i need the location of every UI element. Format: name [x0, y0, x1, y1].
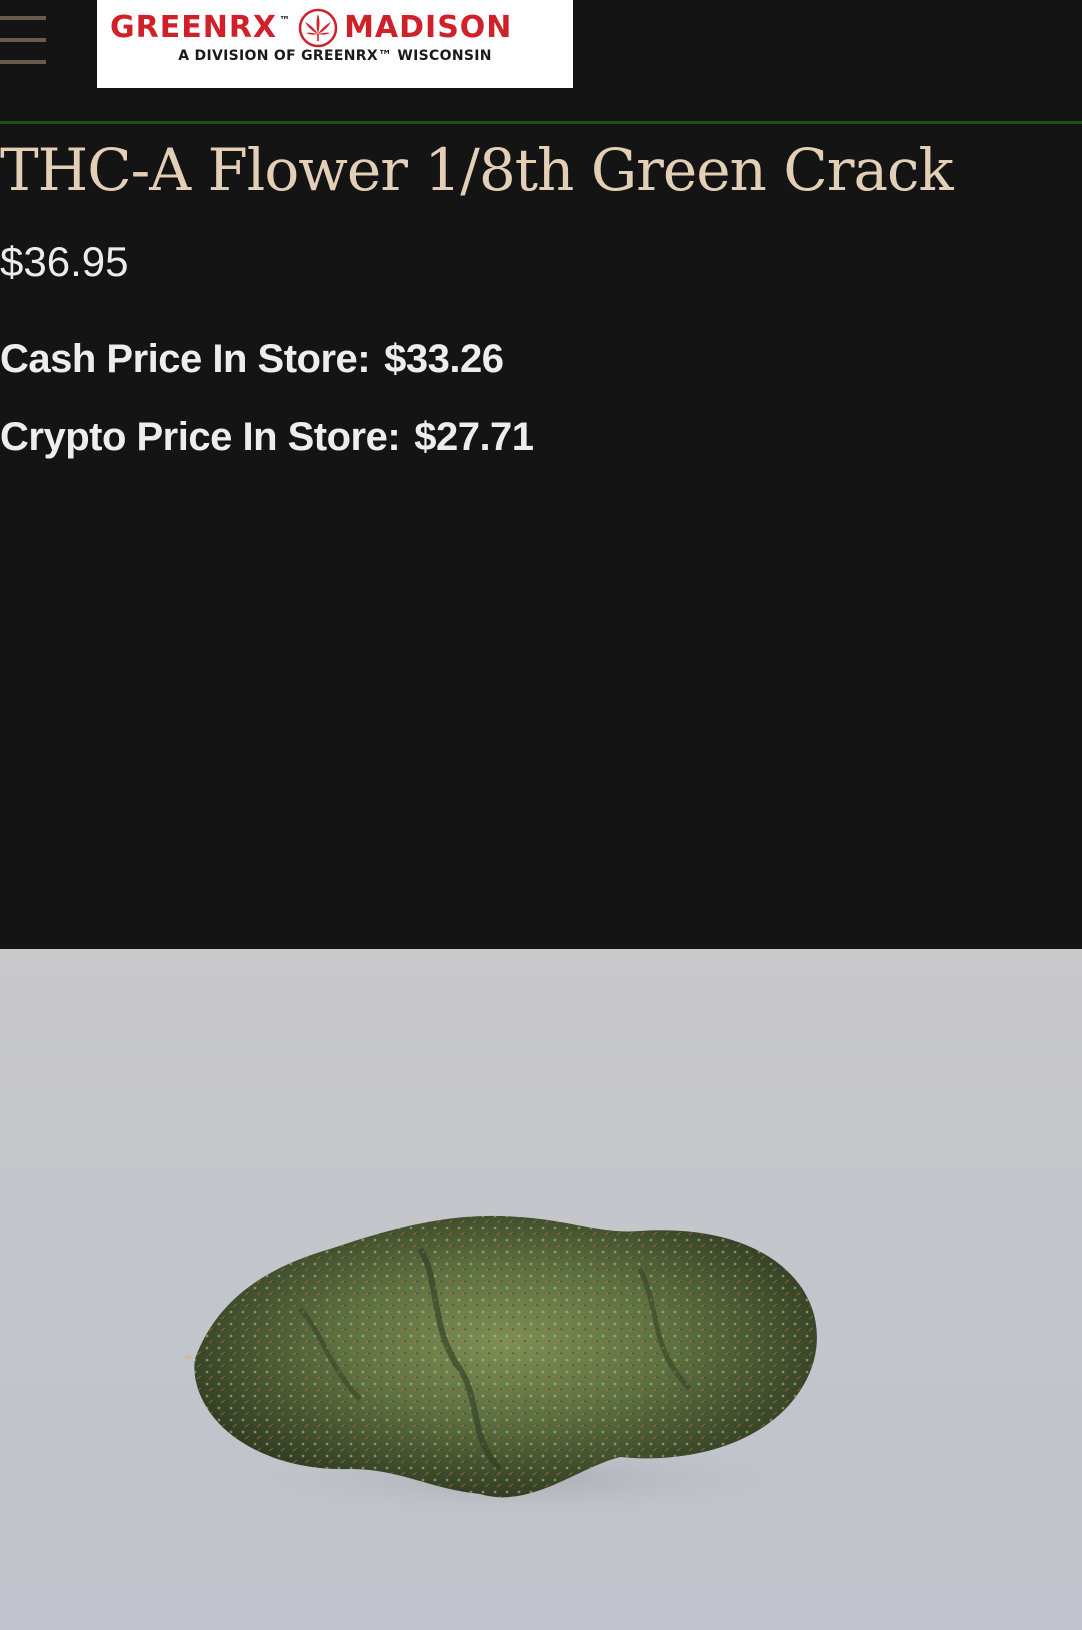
crypto-price-value: $27.71: [414, 415, 534, 459]
site-header: GREENRX ™ MADISON A DIVISION OF GREENRX™…: [0, 0, 1082, 124]
site-logo[interactable]: GREENRX ™ MADISON A DIVISION OF GREENRX™…: [97, 0, 573, 88]
logo-brand-left: GREENRX: [110, 10, 278, 45]
product-photo-graphic: [182, 1215, 820, 1519]
crypto-price-label: Crypto Price In Store:: [0, 415, 401, 459]
logo-subtitle: A DIVISION OF GREENRX™ WISCONSIN: [178, 48, 492, 64]
product-image[interactable]: [0, 949, 1082, 1630]
logo-wordmark: GREENRX ™ MADISON: [110, 6, 560, 50]
header-divider: [0, 121, 1082, 124]
cash-price-row: Cash Price In Store: $33.26: [0, 334, 504, 384]
product-price: $36.95: [0, 238, 129, 285]
product-title: THC-A Flower 1/8th Green Crack: [0, 136, 954, 204]
logo-trademark: ™: [279, 14, 291, 27]
crypto-price-row: Crypto Price In Store: $27.71: [0, 412, 534, 462]
cash-price-label: Cash Price In Store:: [0, 337, 371, 381]
logo-brand-right: MADISON: [344, 10, 513, 45]
cannabis-leaf-icon: [298, 8, 338, 48]
cash-price-value: $33.26: [384, 337, 504, 381]
hamburger-menu-icon[interactable]: [0, 14, 48, 66]
